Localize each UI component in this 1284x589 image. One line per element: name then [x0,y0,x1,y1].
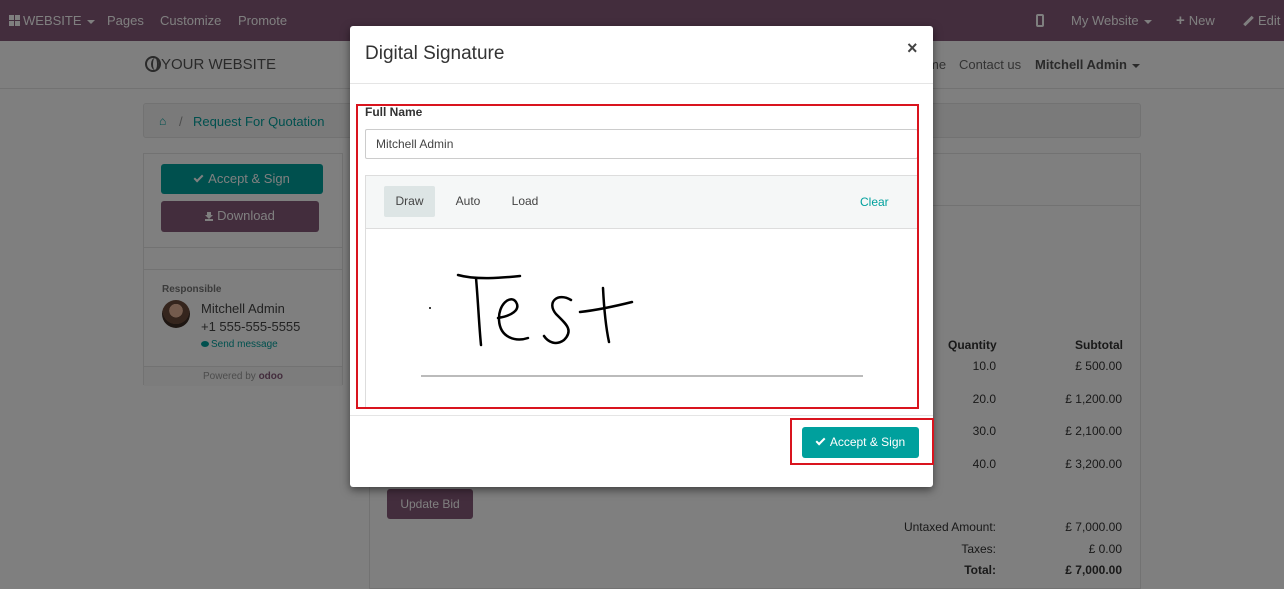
close-icon[interactable]: × [907,39,918,57]
dialog-title: Digital Signature [365,43,505,64]
dialog-header: Digital Signature × [350,26,933,84]
highlight-signature-area [356,104,919,409]
highlight-accept-button [790,418,934,465]
dialog-footer-divider [350,415,933,416]
